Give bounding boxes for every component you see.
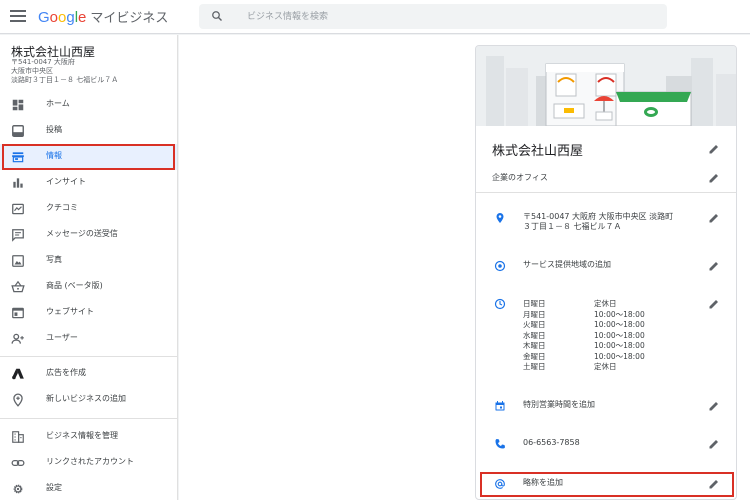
edit-phone-icon[interactable] (708, 438, 720, 450)
info-phone: 06-6563-7858 (523, 438, 580, 447)
sidebar-item-manage-business[interactable]: ビジネス情報を管理 (0, 424, 177, 450)
calendar-icon (495, 401, 505, 411)
phone-icon (495, 439, 505, 449)
search-input[interactable] (247, 8, 647, 25)
bar-chart-icon (13, 178, 23, 188)
sidebar-item-home[interactable]: ホーム (0, 92, 177, 118)
basket-icon (11, 280, 25, 293)
card-divider (476, 192, 736, 193)
business-address: 〒541-0047 大阪府 大阪市中央区 淡路町３丁目１－８ 七福ビル７Ａ (11, 58, 119, 84)
info-business-name: 株式会社山西屋 (492, 144, 584, 159)
sidebar-item-website[interactable]: ウェブサイト (0, 300, 177, 326)
google-wordmark: Google (38, 9, 87, 26)
sidebar-item-create-ad[interactable]: 広告を作成 (0, 361, 177, 387)
edit-short-name-icon[interactable] (708, 478, 720, 490)
edit-category-icon[interactable] (708, 172, 720, 184)
link-icon (11, 460, 25, 466)
edit-hours-icon[interactable] (708, 298, 720, 310)
edit-service-area-icon[interactable] (708, 260, 720, 272)
sidebar-item-settings[interactable]: 設定 (0, 476, 177, 500)
service-area-icon (494, 260, 506, 272)
sidebar-item-insights[interactable]: インサイト (0, 170, 177, 196)
sidebar-item-users[interactable]: ユーザー (0, 326, 177, 352)
storefront-illustration (476, 46, 736, 126)
business-info-card: 株式会社山西屋 企業のオフィス 〒541-0047 大阪府 大阪市中央区 淡路町… (475, 45, 737, 500)
sidebar-divider (0, 418, 177, 419)
ads-icon (12, 368, 24, 380)
add-location-icon (13, 393, 23, 407)
info-short-name[interactable]: 略称を追加 (523, 478, 563, 488)
clock-icon (494, 298, 506, 310)
message-icon (12, 229, 24, 242)
sidebar-item-add-business[interactable]: 新しいビジネスの追加 (0, 387, 177, 413)
sidebar-item-linked-accounts[interactable]: リンクされたアカウント (0, 450, 177, 476)
gear-icon (13, 484, 23, 494)
menu-icon[interactable] (10, 10, 26, 24)
at-sign-icon (495, 479, 505, 489)
info-category: 企業のオフィス (492, 173, 548, 182)
location-pin-icon (496, 213, 504, 223)
building-icon (12, 431, 24, 443)
info-address: 〒541-0047 大阪府 大阪市中央区 淡路町 ３丁目１－８ 七福ビル７Ａ (523, 212, 674, 231)
info-special-hours[interactable]: 特別営業時間を追加 (523, 400, 595, 410)
info-service-area[interactable]: サービス提供地域の追加 (523, 260, 611, 270)
top-app-bar: Google マイビジネス (0, 0, 750, 34)
edit-address-icon[interactable] (708, 212, 720, 224)
photo-icon (12, 255, 24, 267)
post-icon (12, 125, 24, 137)
highlight-box (480, 472, 734, 497)
sidebar-item-reviews[interactable]: クチコミ (0, 196, 177, 222)
dashboard-icon (12, 99, 24, 111)
search-box[interactable] (199, 4, 667, 29)
website-icon (12, 307, 24, 319)
edit-name-icon[interactable] (708, 143, 720, 155)
sidebar-divider (0, 356, 177, 357)
search-icon[interactable] (211, 10, 223, 22)
sidebar-item-products[interactable]: 商品 (ベータ版) (0, 274, 177, 300)
add-user-icon (11, 333, 24, 344)
sidebar-item-messages[interactable]: メッセージの送受信 (0, 222, 177, 248)
sidebar-item-posts[interactable]: 投稿 (0, 118, 177, 144)
product-name: マイビジネス (90, 11, 169, 26)
sidebar-item-info[interactable]: 情報 (0, 144, 177, 170)
sidebar-item-photos[interactable]: 写真 (0, 248, 177, 274)
edit-special-hours-icon[interactable] (708, 400, 720, 412)
app-logo[interactable]: Google マイビジネス (38, 7, 168, 26)
storefront-icon (12, 152, 24, 163)
sidebar: 株式会社山西屋 〒541-0047 大阪府 大阪市中央区 淡路町３丁目１－８ 七… (0, 35, 178, 500)
review-icon (12, 203, 24, 215)
